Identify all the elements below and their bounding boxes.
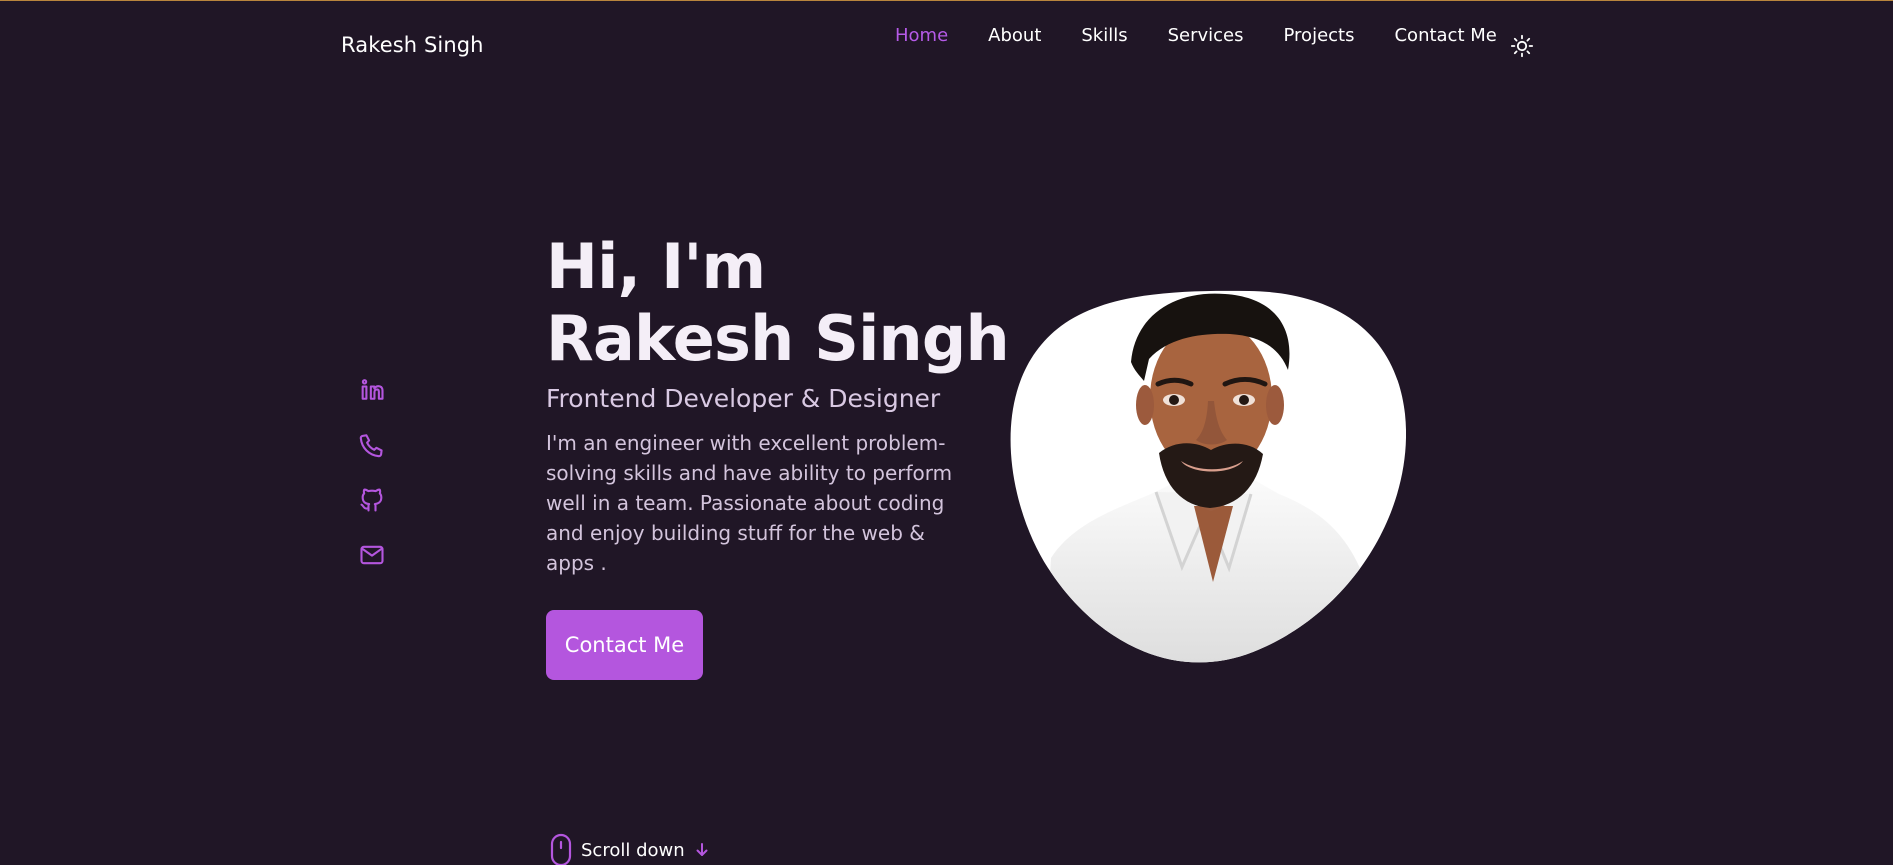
scroll-down-link[interactable]: Scroll down [549,833,711,865]
portfolio-page: Rakesh Singh Home About Skills Services … [0,0,1893,865]
profile-photo [1003,290,1406,663]
profile-photo-blob [1010,290,1406,663]
mouse-icon [549,833,573,865]
scroll-down-label: Scroll down [581,839,685,861]
theme-toggle-button[interactable] [1510,34,1534,58]
nav-home-link[interactable]: Home [895,25,948,46]
nav-projects-link[interactable]: Projects [1284,25,1355,46]
nav-services-link[interactable]: Services [1168,25,1244,46]
hero-description: I'm an engineer with excellent problem-s… [546,431,953,575]
main-navigation: Home About Skills Services Projects Cont… [895,25,1518,46]
arrow-down-icon [693,841,711,859]
linkedin-link[interactable] [358,376,388,406]
site-logo[interactable]: Rakesh Singh [341,33,484,57]
email-link[interactable] [358,541,388,571]
phone-link[interactable] [358,431,388,461]
phone-icon [359,434,383,458]
sun-icon [1510,34,1534,58]
github-icon [360,488,383,512]
hero-title: Hi, I'm Rakesh Singh [546,231,1016,375]
mail-icon [360,545,384,565]
linkedin-icon [361,379,384,400]
hero-subtitle: Frontend Developer & Designer [546,384,941,413]
nav-contact-link[interactable]: Contact Me [1394,25,1496,46]
nav-skills-link[interactable]: Skills [1081,25,1127,46]
hero-title-greeting: Hi, I'm [546,230,766,303]
hero-title-name: Rakesh Singh [546,302,1010,375]
social-links [358,376,390,571]
contact-me-button[interactable]: Contact Me [546,610,703,680]
github-link[interactable] [358,486,388,516]
nav-about-link[interactable]: About [988,25,1041,46]
